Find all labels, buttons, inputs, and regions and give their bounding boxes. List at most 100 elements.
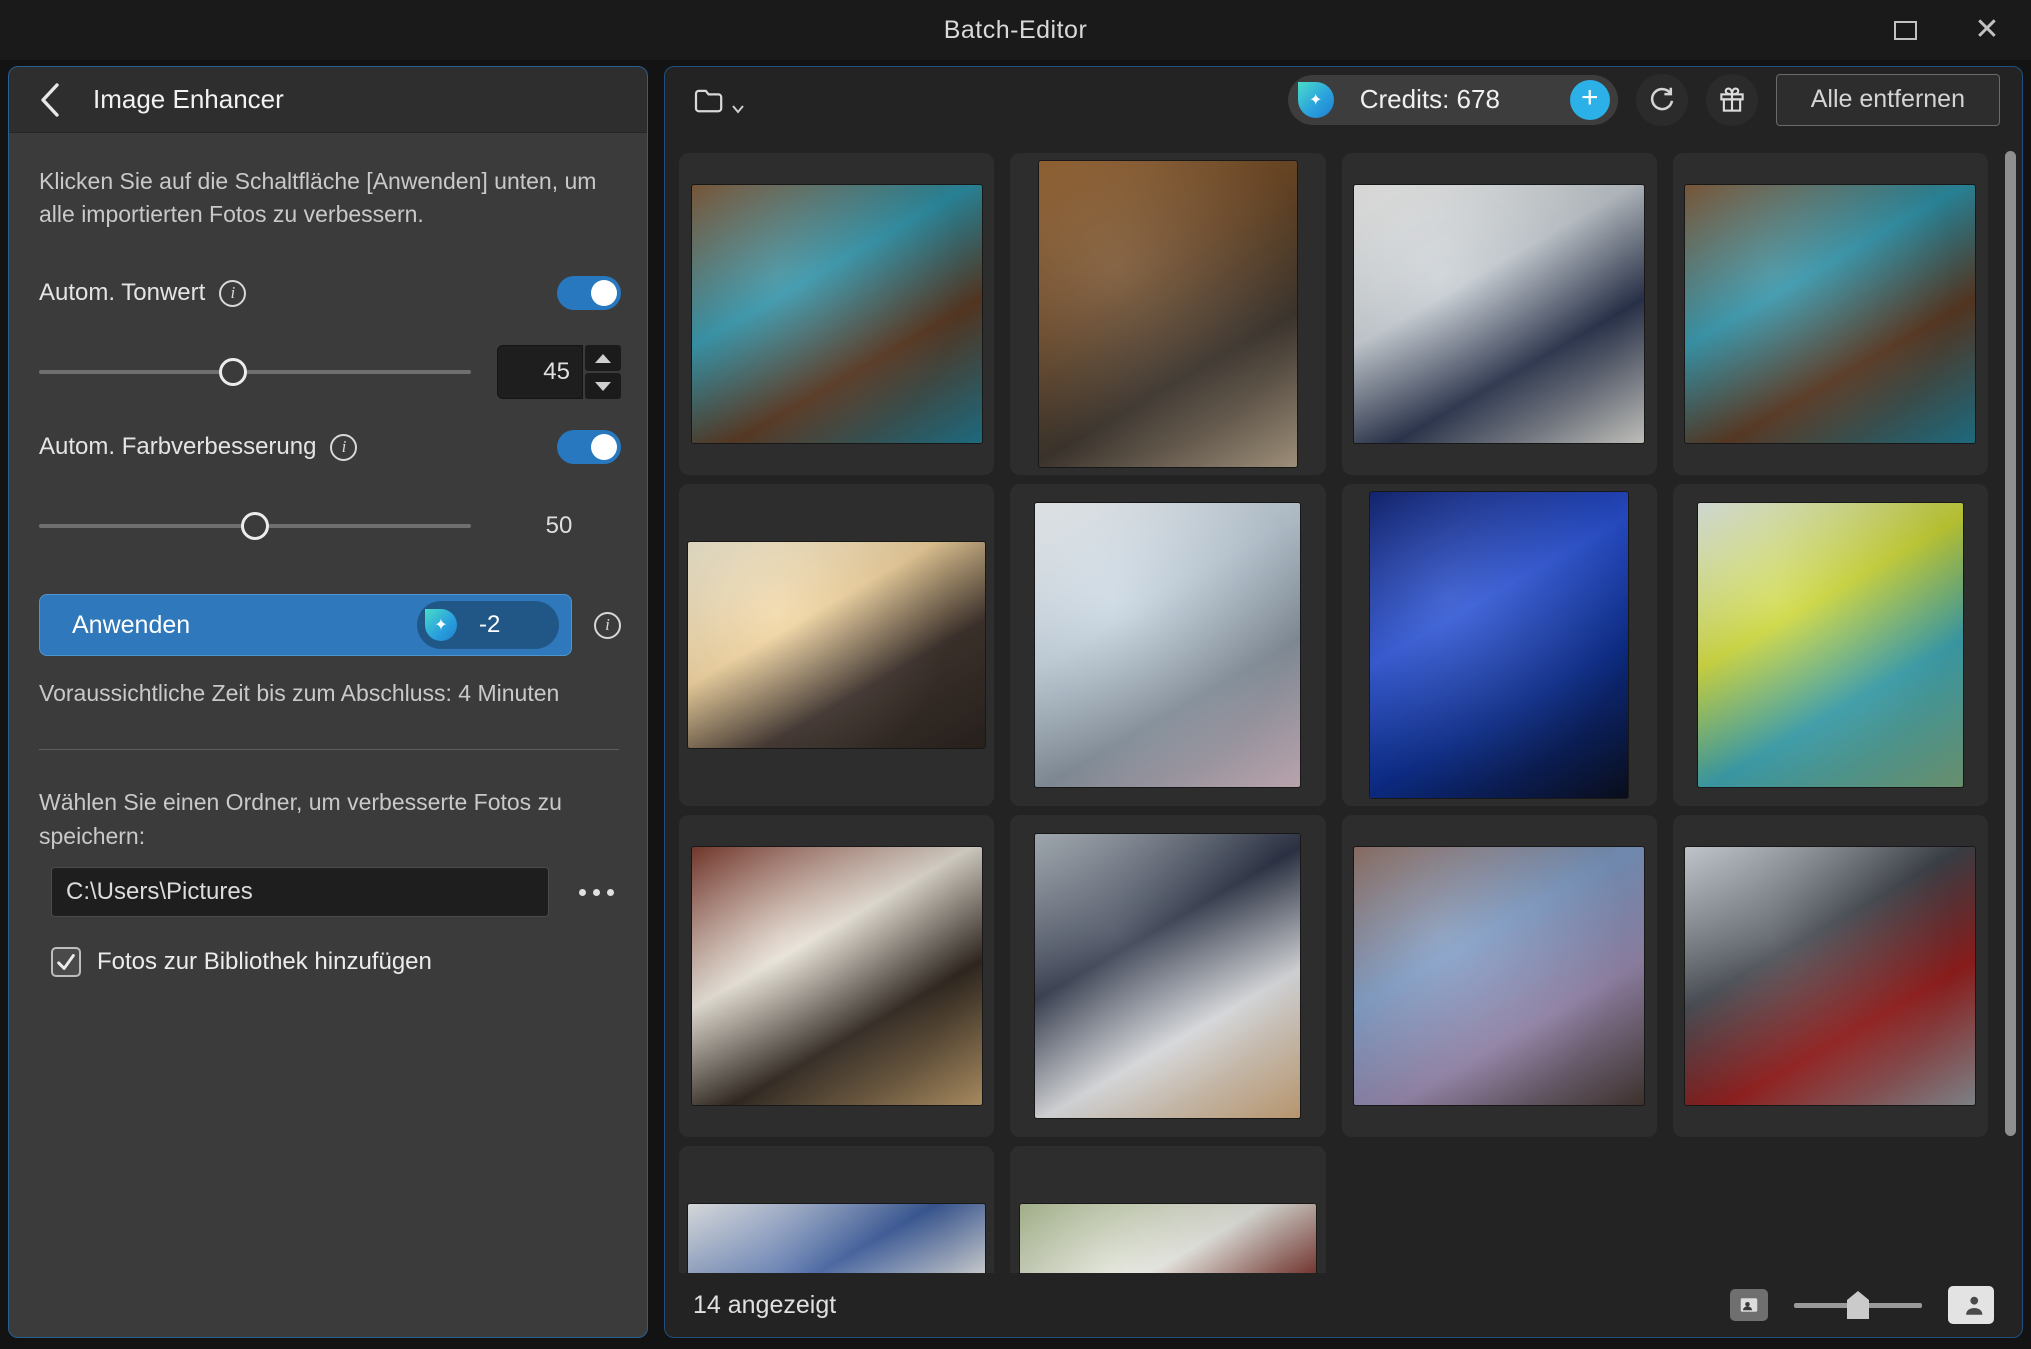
instructions-text: Klicken Sie auf die Schaltfläche [Anwend… xyxy=(39,165,621,230)
photo-cell[interactable] xyxy=(1010,1146,1325,1273)
photo-grid xyxy=(679,153,1988,1273)
auto-color-slider-handle[interactable] xyxy=(241,512,269,540)
photo-thumbnail-delegates-keffiyeh-group[interactable] xyxy=(692,847,982,1105)
photo-thumbnail-business-meeting-bright-office[interactable] xyxy=(1354,185,1644,443)
photo-browser-panel: ✦ Credits: 678 + xyxy=(664,66,2023,1338)
auto-color-toggle[interactable] xyxy=(557,430,621,464)
auto-tone-slider-handle[interactable] xyxy=(219,358,247,386)
check-icon xyxy=(55,951,77,973)
thumbnail-zoom-control xyxy=(1730,1286,1994,1324)
info-icon[interactable]: i xyxy=(330,434,357,461)
auto-color-label: Autom. Farbverbesserung xyxy=(39,433,316,461)
displayed-count: 14 angezeigt xyxy=(693,1291,836,1320)
photo-thumbnail-consultant-couple-white-desk[interactable] xyxy=(1035,834,1300,1117)
credits-balance: Credits: 678 xyxy=(1360,84,1530,115)
credits-pill: ✦ Credits: 678 + xyxy=(1288,75,1618,125)
photo-cell[interactable] xyxy=(1010,484,1325,806)
info-icon[interactable]: i xyxy=(594,612,621,639)
divider xyxy=(39,749,619,750)
status-bar: 14 angezeigt xyxy=(665,1273,2022,1337)
add-to-library-label: Fotos zur Bibliothek hinzufügen xyxy=(97,948,432,976)
photo-cell[interactable] xyxy=(1673,484,1988,806)
spinner-up-button[interactable] xyxy=(585,345,621,371)
photo-cell[interactable] xyxy=(1342,484,1657,806)
photo-thumbnail-stage-speaker-blue-screen[interactable] xyxy=(1370,492,1629,798)
photo-cell[interactable] xyxy=(679,815,994,1137)
refresh-button[interactable] xyxy=(1636,74,1688,126)
photo-cell[interactable] xyxy=(679,484,994,806)
sidebar-header: Image Enhancer xyxy=(9,67,647,133)
photo-cell[interactable] xyxy=(679,153,994,475)
eta-text: Voraussichtliche Zeit bis zum Abschluss:… xyxy=(39,680,621,707)
panel-title: Image Enhancer xyxy=(93,84,284,115)
photo-thumbnail-silhouettes-office-sunset[interactable] xyxy=(688,542,984,748)
auto-tone-value-input[interactable] xyxy=(497,345,583,399)
plus-icon: + xyxy=(1581,83,1599,113)
browser-toolbar: ✦ Credits: 678 + xyxy=(665,67,2022,133)
main-area: Image Enhancer Klicken Sie auf die Schal… xyxy=(0,60,2031,1349)
credit-cost-pill: ✦ -2 xyxy=(417,601,559,649)
thumbnails-large-icon xyxy=(1956,1292,1986,1318)
gift-icon xyxy=(1717,85,1747,115)
triangle-up-icon xyxy=(595,354,611,363)
close-button[interactable]: ✕ xyxy=(1969,12,2005,48)
photo-thumbnail-cheering-team-brick-wall[interactable] xyxy=(1354,847,1644,1105)
remove-all-button[interactable]: Alle entfernen xyxy=(1776,74,2000,126)
photo-thumbnail-bright-room-blue-curtain[interactable] xyxy=(688,1204,984,1273)
image-enhancer-panel: Image Enhancer Klicken Sie auf die Schal… xyxy=(8,66,648,1338)
thumbnail-size-slider-handle[interactable] xyxy=(1847,1291,1869,1319)
thumbnail-size-slider[interactable] xyxy=(1794,1290,1922,1320)
auto-color-slider[interactable] xyxy=(39,512,471,540)
refresh-icon xyxy=(1646,84,1678,116)
add-credits-button[interactable]: + xyxy=(1570,80,1610,120)
credit-droplet-icon: ✦ xyxy=(425,609,457,641)
zoom-in-thumbnails-button[interactable] xyxy=(1948,1286,1994,1324)
import-folder-menu-button[interactable] xyxy=(687,80,751,120)
auto-tone-slider[interactable] xyxy=(39,358,471,386)
photo-cell[interactable] xyxy=(1010,815,1325,1137)
browse-folder-button[interactable] xyxy=(577,879,616,906)
spinner-down-button[interactable] xyxy=(585,373,621,399)
photo-thumbnail-green-wall-discussion[interactable] xyxy=(1020,1204,1316,1273)
chevron-down-icon xyxy=(731,104,745,114)
photo-thumbnail-seated-audience-colorful[interactable] xyxy=(1698,503,1963,786)
remove-all-label: Alle entfernen xyxy=(1811,85,1965,114)
add-to-library-checkbox[interactable] xyxy=(51,947,81,977)
credit-droplet-icon: ✦ xyxy=(1298,82,1334,118)
title-bar: Batch-Editor ✕ xyxy=(0,0,2031,60)
triangle-down-icon xyxy=(595,382,611,391)
auto-tone-toggle[interactable] xyxy=(557,276,621,310)
ellipsis-icon xyxy=(579,889,586,896)
thumbnails-small-icon xyxy=(1739,1296,1759,1314)
window-title: Batch-Editor xyxy=(944,16,1088,45)
folder-section-label: Wählen Sie einen Ordner, um verbesserte … xyxy=(39,786,621,853)
photo-thumbnail-conference-audience-wood-hall[interactable] xyxy=(1039,161,1298,467)
vertical-scrollbar-thumb[interactable] xyxy=(2005,151,2016,1136)
photo-thumbnail-japanese-business-meeting[interactable] xyxy=(1685,847,1975,1105)
photo-cell[interactable] xyxy=(1673,153,1988,475)
folder-icon xyxy=(693,86,727,114)
photo-cell[interactable] xyxy=(1673,815,1988,1137)
photo-cell[interactable] xyxy=(1342,153,1657,475)
gift-button[interactable] xyxy=(1706,74,1758,126)
apply-button[interactable]: Anwenden ✦ -2 xyxy=(39,594,572,656)
photo-cell[interactable] xyxy=(1010,153,1325,475)
maximize-button[interactable] xyxy=(1887,12,1923,48)
photo-grid-viewport xyxy=(679,153,1988,1273)
credit-cost-value: -2 xyxy=(479,611,500,639)
photo-thumbnail-speaker-woman-teal-lecture-hall[interactable] xyxy=(692,185,982,443)
photo-thumbnail-presenter-addressing-crowd[interactable] xyxy=(1035,503,1300,786)
maximize-icon xyxy=(1894,21,1917,40)
auto-color-value: 50 xyxy=(497,512,621,540)
save-folder-input[interactable] xyxy=(51,867,549,917)
auto-tone-label: Autom. Tonwert xyxy=(39,279,205,307)
photo-cell[interactable] xyxy=(1342,815,1657,1137)
back-button[interactable] xyxy=(33,80,67,120)
apply-button-label: Anwenden xyxy=(72,611,190,640)
zoom-out-thumbnails-button[interactable] xyxy=(1730,1289,1768,1321)
info-icon[interactable]: i xyxy=(219,280,246,307)
add-to-library-option[interactable]: Fotos zur Bibliothek hinzufügen xyxy=(51,947,621,977)
photo-cell[interactable] xyxy=(679,1146,994,1273)
photo-thumbnail-speaker-woman-teal-lecture-hall-2[interactable] xyxy=(1685,185,1975,443)
close-icon: ✕ xyxy=(1974,15,1999,45)
